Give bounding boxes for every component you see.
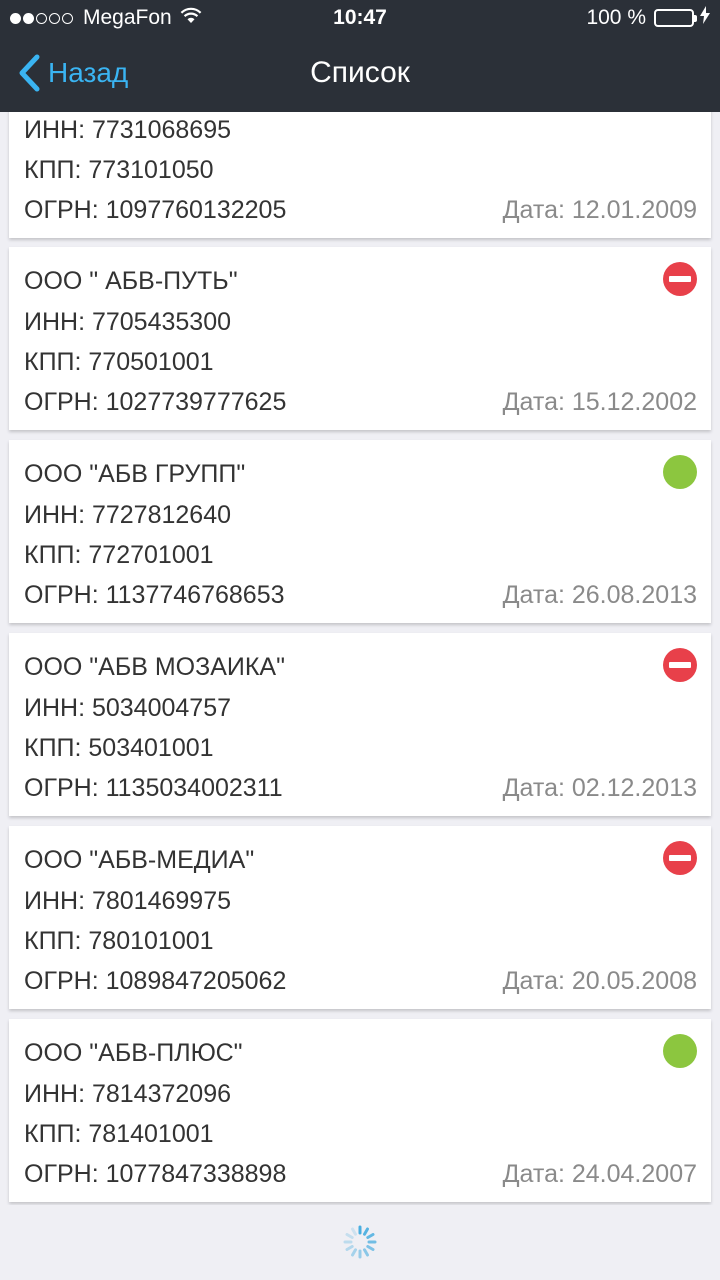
company-date: Дата: 02.12.2013 (502, 774, 697, 802)
company-card[interactable]: ООО "АБВ-ПЛЮС" ИНН: 7814372096 КПП: 7814… (9, 1019, 711, 1202)
status-active-icon (663, 1034, 697, 1068)
company-kpp: КПП: 503401001 (24, 734, 214, 762)
company-name: ООО "АБВ МОЗАИКА" (24, 653, 285, 681)
company-date: Дата: 24.04.2007 (502, 1160, 697, 1188)
loading-spinner-icon (342, 1224, 378, 1260)
company-inn: ИНН: 7705435300 (24, 308, 232, 336)
top-bar: MegaFon 10:47 100 % Назад Список (0, 0, 720, 112)
company-ogrn: ОГРН: 1097760132205 (24, 196, 287, 224)
company-ogrn: ОГРН: 1089847205062 (24, 967, 287, 995)
company-kpp: КПП: 781401001 (24, 1120, 214, 1148)
battery-icon (654, 9, 697, 27)
status-liquidated-icon (663, 841, 697, 875)
navigation-bar: Назад Список (0, 38, 720, 112)
company-ogrn: ОГРН: 1077847338898 (24, 1160, 287, 1188)
company-inn: ИНН: 7727812640 (24, 501, 232, 529)
company-ogrn: ОГРН: 1027739777625 (24, 388, 287, 416)
company-card[interactable]: ООО " АБВ-ПУТЬ" ИНН: 7705435300 КПП: 770… (9, 247, 711, 430)
company-date: Дата: 20.05.2008 (502, 967, 697, 995)
status-bar: MegaFon 10:47 100 % (0, 0, 720, 38)
company-kpp: КПП: 770501001 (24, 348, 214, 376)
company-inn: ИНН: 5034004757 (24, 694, 232, 722)
company-list[interactable]: ИНН: 7731068695 КПП: 773101050 ОГРН: 109… (0, 112, 720, 1205)
company-name: ООО "АБВ ГРУПП" (24, 460, 246, 488)
company-name: ООО " АБВ-ПУТЬ" (24, 267, 238, 295)
company-date: Дата: 15.12.2002 (502, 388, 697, 416)
status-liquidated-icon (663, 648, 697, 682)
battery-percent: 100 % (586, 6, 646, 29)
bolt-icon (700, 6, 710, 30)
company-card[interactable]: ООО "АБВ ГРУПП" ИНН: 7727812640 КПП: 772… (9, 440, 711, 623)
company-date: Дата: 12.01.2009 (502, 196, 697, 224)
company-inn: ИНН: 7731068695 (24, 116, 232, 144)
company-date: Дата: 26.08.2013 (502, 581, 697, 609)
status-liquidated-icon (663, 262, 697, 296)
company-kpp: КПП: 780101001 (24, 927, 214, 955)
company-card[interactable]: ООО "АБВ-МЕДИА" ИНН: 7801469975 КПП: 780… (9, 826, 711, 1009)
status-active-icon (663, 455, 697, 489)
page-title: Список (310, 56, 410, 89)
company-kpp: КПП: 772701001 (24, 541, 214, 569)
company-card[interactable]: ООО "АБВ МОЗАИКА" ИНН: 5034004757 КПП: 5… (9, 633, 711, 816)
status-right: 100 % (586, 6, 710, 30)
company-inn: ИНН: 7814372096 (24, 1080, 232, 1108)
company-inn: ИНН: 7801469975 (24, 887, 232, 915)
company-ogrn: ОГРН: 1135034002311 (24, 774, 283, 802)
company-name: ООО "АБВ-ПЛЮС" (24, 1039, 243, 1067)
company-card[interactable]: ИНН: 7731068695 КПП: 773101050 ОГРН: 109… (9, 112, 711, 238)
company-kpp: КПП: 773101050 (24, 156, 214, 184)
company-name: ООО "АБВ-МЕДИА" (24, 846, 255, 874)
company-ogrn: ОГРН: 1137746768653 (24, 581, 285, 609)
